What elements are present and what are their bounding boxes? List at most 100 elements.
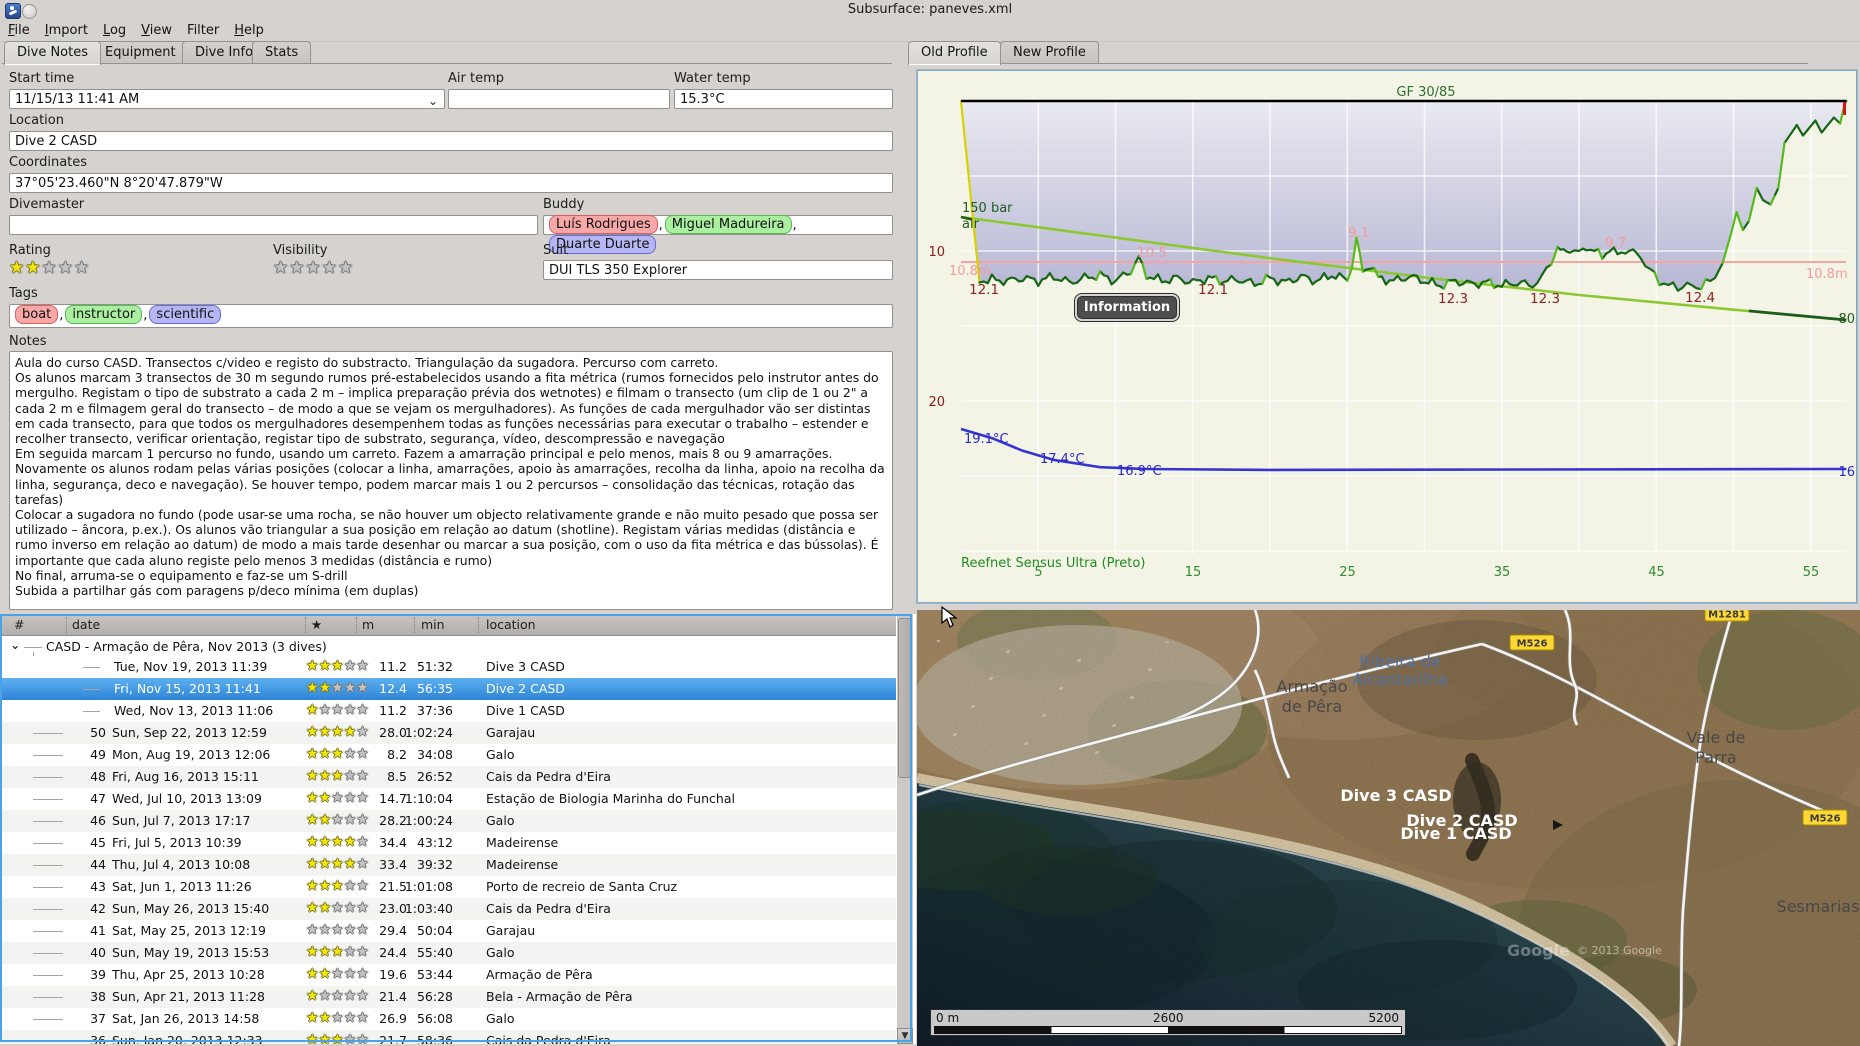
col-header-m[interactable]: m xyxy=(362,617,374,632)
dive-site-map[interactable]: M1281 M526 M526 Armação de Pêra Vale de Parra S… xyxy=(917,610,1860,1046)
dive-notes-panel: Start time 11/15/13 11:41 AM ⌄ Air temp Wate… xyxy=(0,64,896,614)
dive-location: Dive 1 CASD xyxy=(486,703,565,718)
tags-input[interactable]: boat, instructor, scientific xyxy=(9,304,893,328)
dive-location: Estação de Biologia Marinha do Funchal xyxy=(486,791,735,806)
star-icon: ★ xyxy=(306,966,319,982)
star-icon: ★ xyxy=(318,790,332,806)
air-temp-input[interactable] xyxy=(448,89,670,109)
tab-old-profile[interactable]: Old Profile xyxy=(908,41,1001,65)
notes-label: Notes xyxy=(9,334,47,349)
tab-equipment[interactable]: Equipment xyxy=(92,41,189,63)
window-title: Subsurface: paneves.xml xyxy=(847,2,1013,17)
tab-dive-notes[interactable]: Dive Notes xyxy=(4,41,101,65)
location-label: Location xyxy=(9,113,64,128)
dive-row[interactable]: 49 Mon, Aug 19, 2013 12:06 ★★★★★ 8.2 34:08 Ga… xyxy=(0,744,896,766)
dive-row[interactable]: 41 Sat, May 25, 2013 12:19 ★★★★★ 29.4 50:04 G… xyxy=(0,920,896,942)
col-header-stars[interactable]: ★ xyxy=(311,617,322,632)
tag-pill[interactable]: instructor xyxy=(65,305,143,324)
star-icon: ★ xyxy=(306,658,319,674)
col-header-num[interactable]: # xyxy=(14,617,24,632)
dive-row[interactable]: 46 Sun, Jul 7, 2013 17:17 ★★★★★ 28.2 1:00:24… xyxy=(0,810,896,832)
star-icon: ★ xyxy=(331,922,344,938)
star-icon: ★ xyxy=(318,966,332,982)
dive-date: Sun, Apr 21, 2013 11:28 xyxy=(112,989,265,1004)
tab-new-profile[interactable]: New Profile xyxy=(1000,41,1099,63)
col-header-date[interactable]: date xyxy=(72,617,100,632)
dive-duration: 1:00:24 xyxy=(404,813,453,828)
star-icon: ★ xyxy=(41,258,58,278)
dive-date: Sun, May 19, 2013 15:53 xyxy=(112,945,270,960)
start-time-input[interactable]: 11/15/13 11:41 AM ⌄ xyxy=(9,89,445,109)
buddy-pill[interactable]: Luís Rodrigues xyxy=(549,215,658,234)
menu-help[interactable]: Help xyxy=(227,20,271,40)
dive-number: 38 xyxy=(90,989,106,1004)
combo-arrow-icon[interactable]: ⌄ xyxy=(428,91,438,111)
temp-label: 19.1°C xyxy=(964,432,1009,447)
dive-date: Sat, May 25, 2013 12:19 xyxy=(112,923,266,938)
dive-date: Thu, Apr 25, 2013 10:28 xyxy=(112,967,265,982)
dive-site-label: Dive 3 CASD xyxy=(1340,786,1451,805)
dive-date: Sun, May 26, 2013 15:40 xyxy=(112,901,270,916)
menu-view[interactable]: View xyxy=(134,20,179,40)
dive-row[interactable]: 47 Wed, Jul 10, 2013 13:09 ★★★★★ 14.7 1:10:0… xyxy=(0,788,896,810)
col-header-min[interactable]: min xyxy=(421,617,445,632)
dive-row[interactable]: 38 Sun, Apr 21, 2013 11:28 ★★★★★ 21.4 56:28 B… xyxy=(0,986,896,1008)
divemaster-input[interactable] xyxy=(9,215,538,235)
buddy-pill[interactable]: Miguel Madureira xyxy=(664,215,792,234)
menu-file[interactable]: File xyxy=(1,20,37,40)
tab-stats[interactable]: Stats xyxy=(252,41,312,63)
road-shield-label: M526 xyxy=(1810,814,1841,825)
water-temp-input[interactable]: 15.3°C xyxy=(674,89,893,109)
notes-textarea[interactable]: Aula do curso CASD. Transectos c/video e… xyxy=(9,351,893,610)
star-icon: ★ xyxy=(331,1010,344,1026)
dive-duration: 55:40 xyxy=(416,945,453,960)
col-header-location[interactable]: location xyxy=(486,617,536,632)
rating-label: Rating xyxy=(9,243,51,258)
dive-number: 40 xyxy=(90,945,106,960)
dive-row[interactable]: Tue, Nov 19, 2013 11:39 ★★★★★ 11.2 51:32 Div… xyxy=(0,656,896,678)
dive-duration: 37:36 xyxy=(416,703,453,718)
dive-row[interactable]: 48 Fri, Aug 16, 2013 15:11 ★★★★★ 8.5 26:52 Ca… xyxy=(0,766,896,788)
profile-information-button[interactable]: Information xyxy=(1075,294,1179,321)
air-temp-label: Air temp xyxy=(448,71,504,86)
depth-annotation: 12.4 xyxy=(1685,290,1715,306)
dive-row[interactable]: Fri, Nov 15, 2013 11:41 ★★★★★ 12.4 56:35 Div… xyxy=(0,678,896,700)
expander-icon[interactable]: ⌄ xyxy=(10,637,20,652)
menu-import[interactable]: Import xyxy=(38,20,95,40)
dive-date: Fri, Nov 15, 2013 11:41 xyxy=(114,681,261,696)
dive-location: Garajau xyxy=(486,725,536,740)
star-icon: ★ xyxy=(318,680,332,696)
dive-row[interactable]: 37 Sat, Jan 26, 2013 14:58 ★★★★★ 26.9 56:08 G… xyxy=(0,1008,896,1030)
menu-filter[interactable]: Filter xyxy=(180,20,226,40)
dive-date: Mon, Aug 19, 2013 12:06 xyxy=(112,747,271,762)
dive-row[interactable]: Wed, Nov 13, 2013 11:06 ★★★★★ 11.2 37:36 Div… xyxy=(0,700,896,722)
location-input[interactable]: Dive 2 CASD xyxy=(9,131,893,151)
map-place-label: Vale de xyxy=(1687,728,1746,747)
dive-number: 41 xyxy=(90,923,106,938)
tag-pill[interactable]: boat xyxy=(15,305,59,324)
list-scrollbar-thumb[interactable] xyxy=(898,618,912,778)
satellite-map[interactable]: M1281 M526 M526 Armaçãode Pêra Vale deParra S… xyxy=(917,610,1860,1046)
coordinates-input[interactable]: 37°05'23.460"N 8°20'47.879"W xyxy=(9,173,893,193)
star-icon: ★ xyxy=(338,258,355,278)
dive-row[interactable]: 50 Sun, Sep 22, 2013 12:59 ★★★★★ 28.0 1:02:2… xyxy=(0,722,896,744)
tag-pill[interactable]: scientific xyxy=(149,305,222,324)
buddy-input[interactable]: Luís Rodrigues, Miguel Madureira ,Duarte D… xyxy=(543,215,893,254)
dive-date: Sun, Sep 22, 2013 12:59 xyxy=(112,725,267,740)
dive-row[interactable]: 36 Sun, Jan 20, 2013 12:33 ★★★★★ 21.7 58:36 C… xyxy=(0,1030,896,1044)
dive-row[interactable]: 44 Thu, Jul 4, 2013 10:08 ★★★★★ 33.4 39:32 Ma… xyxy=(0,854,896,876)
depth-tick: 10 xyxy=(928,245,945,260)
suit-input[interactable]: DUI TLS 350 Explorer xyxy=(543,260,893,280)
dive-row[interactable]: 45 Fri, Jul 5, 2013 10:39 ★★★★★ 34.4 43:12 Ma… xyxy=(0,832,896,854)
dive-row[interactable]: 39 Thu, Apr 25, 2013 10:28 ★★★★★ 19.6 53:44 A… xyxy=(0,964,896,986)
dive-trip-group-row[interactable]: ⌄ CASD - Armação de Pêra, Nov 2013 (3 div… xyxy=(0,636,896,657)
dive-row[interactable]: 43 Sat, Jun 1, 2013 11:26 ★★★★★ 21.5 1:01:08… xyxy=(0,876,896,898)
rating-stars[interactable]: ★★★★★ xyxy=(9,258,90,278)
visibility-stars[interactable]: ★★★★★ xyxy=(273,258,354,278)
dive-row[interactable]: 42 Sun, May 26, 2013 15:40 ★★★★★ 23.0 1:03:4… xyxy=(0,898,896,920)
mean-depth-left-label: 10.8m xyxy=(949,264,991,279)
scale-left-label: 0 m xyxy=(936,1011,960,1025)
menu-log[interactable]: Log xyxy=(96,20,133,40)
dive-row[interactable]: 40 Sun, May 19, 2013 15:53 ★★★★★ 24.4 55:40 G… xyxy=(0,942,896,964)
scroll-down-button[interactable]: ▼ xyxy=(897,1028,913,1044)
